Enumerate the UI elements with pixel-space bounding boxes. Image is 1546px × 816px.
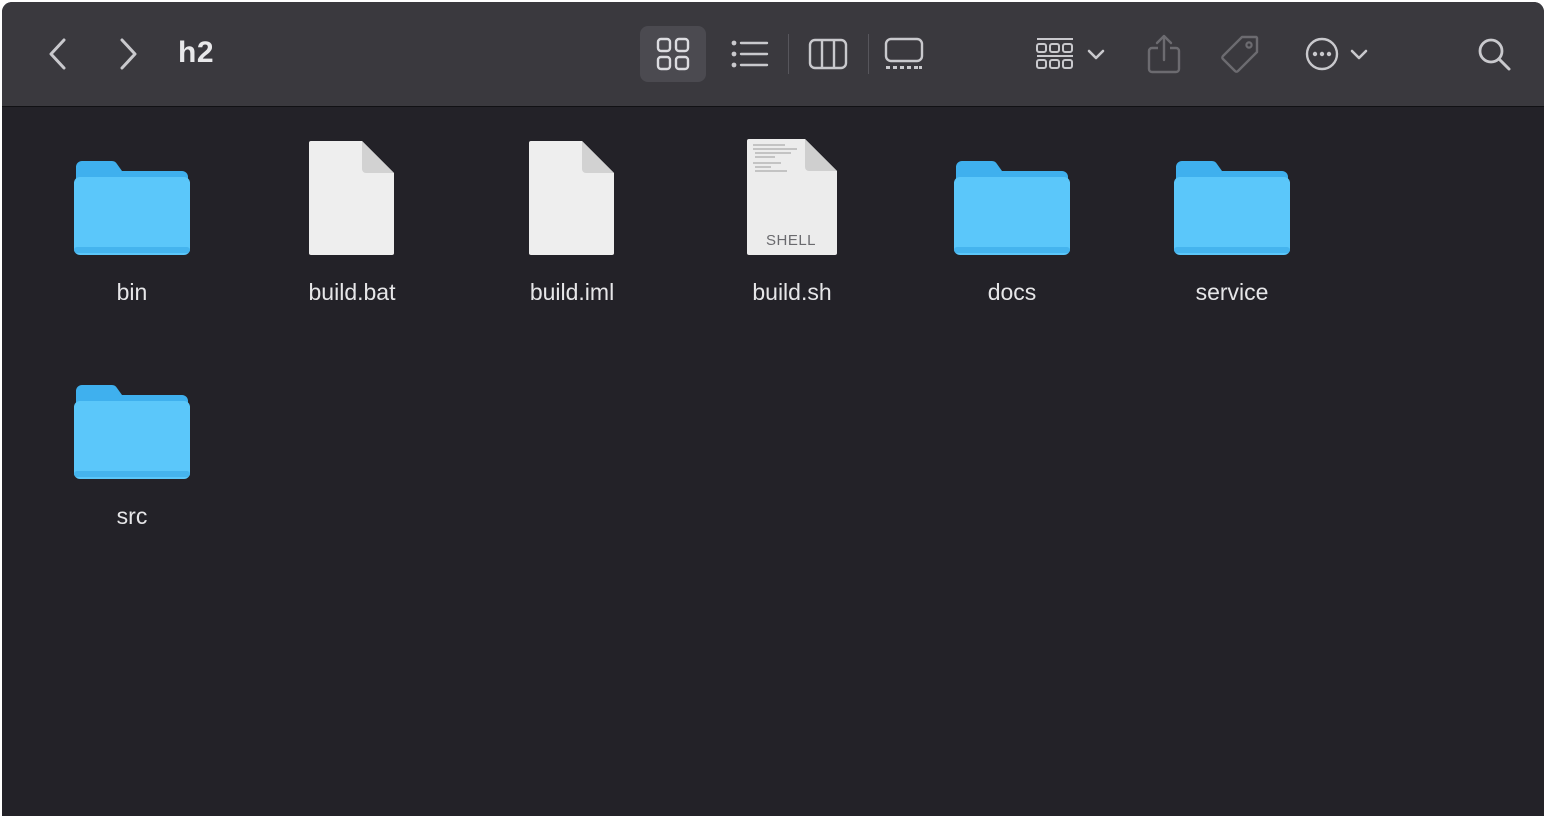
shell-script-icon: SHELL bbox=[745, 137, 839, 257]
file-item[interactable]: src bbox=[32, 351, 232, 551]
file-name: bin bbox=[116, 279, 148, 305]
window-title: h2 bbox=[178, 36, 215, 69]
file-name: build.sh bbox=[752, 279, 832, 305]
folder-icon bbox=[74, 385, 190, 479]
file-name: src bbox=[116, 503, 148, 529]
back-button[interactable] bbox=[38, 30, 78, 78]
search-button[interactable] bbox=[1468, 26, 1520, 82]
file-item[interactable]: SHELL build.sh bbox=[692, 127, 892, 327]
file-item[interactable]: docs bbox=[912, 127, 1112, 327]
toolbar-divider bbox=[868, 34, 869, 74]
file-item[interactable]: build.iml bbox=[472, 127, 672, 327]
folder-icon bbox=[954, 161, 1070, 255]
tag-button[interactable] bbox=[1214, 26, 1266, 82]
file-name: build.bat bbox=[308, 279, 396, 305]
toolbar-divider bbox=[788, 34, 789, 74]
document-icon bbox=[529, 141, 614, 255]
chevron-right-icon bbox=[120, 38, 137, 70]
view-as-list-button[interactable] bbox=[720, 26, 780, 82]
file-grid: bin build.bat build.iml SHELL build.sh d… bbox=[2, 107, 1544, 816]
group-grid-icon bbox=[1036, 38, 1073, 69]
chevron-down-icon bbox=[1350, 49, 1368, 60]
chevron-left-icon bbox=[49, 38, 66, 70]
folder-icon bbox=[1174, 161, 1290, 255]
more-actions-button[interactable] bbox=[1296, 26, 1378, 82]
file-item[interactable]: service bbox=[1132, 127, 1332, 327]
chevron-down-icon bbox=[1087, 49, 1105, 60]
file-item[interactable]: bin bbox=[32, 127, 232, 327]
share-icon bbox=[1147, 34, 1181, 74]
columns-icon bbox=[808, 38, 848, 70]
view-as-columns-button[interactable] bbox=[798, 26, 858, 82]
group-by-button[interactable] bbox=[1028, 26, 1114, 82]
search-icon bbox=[1478, 38, 1511, 71]
toolbar: h2 bbox=[2, 2, 1544, 107]
file-type-badge: SHELL bbox=[765, 232, 817, 249]
finder-window: h2 bin build.bat build.iml SHELL build.s… bbox=[2, 2, 1544, 816]
file-name: docs bbox=[987, 279, 1037, 305]
file-name: build.iml bbox=[529, 279, 615, 305]
view-as-icons-button[interactable] bbox=[640, 26, 706, 82]
icon-grid-icon bbox=[656, 37, 690, 71]
document-icon bbox=[309, 141, 394, 255]
folder-icon bbox=[74, 161, 190, 255]
share-button[interactable] bbox=[1140, 26, 1188, 82]
gallery-icon bbox=[884, 37, 924, 69]
ellipsis-circle-icon bbox=[1305, 37, 1339, 71]
list-icon bbox=[731, 40, 769, 68]
forward-button[interactable] bbox=[108, 30, 148, 78]
view-as-gallery-button[interactable] bbox=[874, 26, 934, 82]
tag-icon bbox=[1221, 35, 1259, 73]
file-item[interactable]: build.bat bbox=[252, 127, 452, 327]
file-name: service bbox=[1195, 279, 1269, 305]
